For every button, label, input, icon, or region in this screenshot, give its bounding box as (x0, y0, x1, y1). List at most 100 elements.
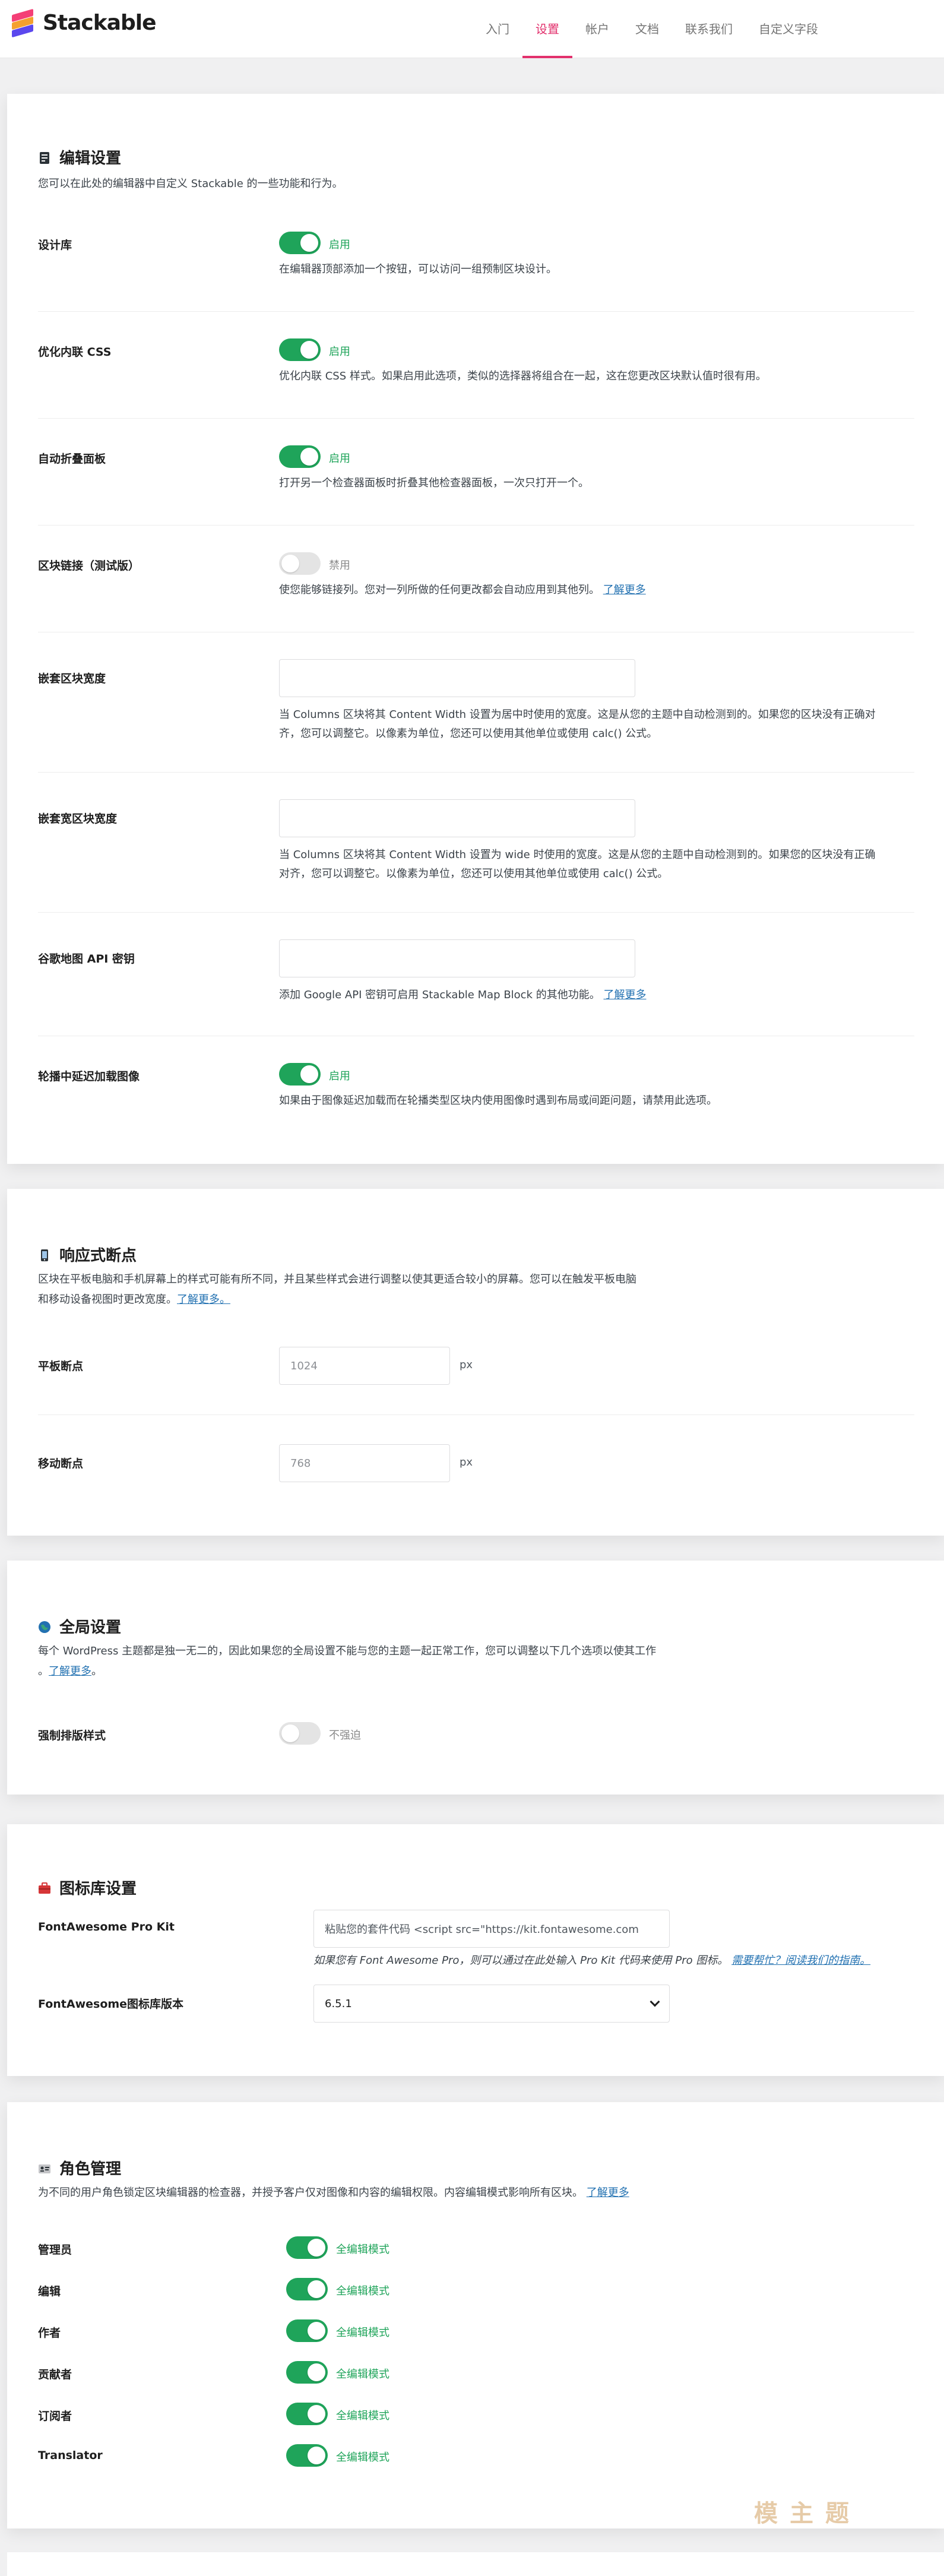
fontawesome-guide-link[interactable]: 需要帮忙？阅读我们的指南。 (731, 1954, 870, 1967)
responsive-description: 区块在平板电脑和手机屏幕上的样式可能有所不同，并且某些样式会进行调整以使其更适合… (38, 1273, 636, 1306)
design-library-state: 启用 (329, 239, 350, 251)
responsive-title-text: 响应式断点 (59, 1247, 137, 1265)
role-contributor-state: 全编辑模式 (336, 2368, 389, 2381)
role-manager-description: 为不同的用户角色锁定区块编辑器的检查器，并授予客户仅对图像和内容的编辑权限。内容… (38, 2186, 629, 2199)
role-editor-toggle[interactable] (286, 2278, 328, 2300)
fontawesome-kit-label: FontAwesome Pro Kit (38, 1920, 175, 1933)
responsive-title: 响应式断点 (38, 1243, 137, 1265)
role-translator-toggle[interactable] (286, 2444, 328, 2467)
briefcase-icon (38, 1881, 51, 1894)
role-translator-label: Translator (38, 2449, 103, 2462)
role-author-state: 全编辑模式 (336, 2327, 389, 2339)
divider (38, 311, 914, 312)
tab-docs[interactable]: 文档 (622, 0, 672, 58)
role-admin-state: 全编辑模式 (336, 2243, 389, 2256)
divider (38, 772, 914, 773)
role-editor-label: 编辑 (38, 2285, 61, 2298)
editor-settings-icon (38, 151, 51, 164)
google-maps-api-key-label: 谷歌地图 API 密钥 (38, 952, 135, 966)
role-editor-state: 全编辑模式 (336, 2285, 389, 2297)
role-manager-title-text: 角色管理 (59, 2160, 122, 2178)
design-library-toggle[interactable] (279, 232, 321, 254)
responsive-breakpoints-card: 响应式断点 区块在平板电脑和手机屏幕上的样式可能有所不同，并且某些样式会进行调整… (7, 1189, 944, 1536)
tab-contact-us[interactable]: 联系我们 (672, 0, 746, 58)
divider (38, 418, 914, 419)
global-learn-more-link[interactable]: 了解更多 (49, 1665, 91, 1678)
editor-settings-title-text: 编辑设置 (59, 150, 122, 167)
global-settings-title-text: 全局设置 (59, 1619, 122, 1637)
divider (38, 912, 914, 913)
nested-block-width-description: 当 Columns 区块将其 Content Width 设置为居中时使用的宽度… (279, 708, 876, 740)
tab-settings[interactable]: 设置 (522, 0, 572, 58)
role-manager-card: 角色管理 为不同的用户角色锁定区块编辑器的检查器，并授予客户仅对图像和内容的编辑… (7, 2102, 944, 2528)
role-subscriber-label: 订阅者 (38, 2410, 72, 2423)
nested-block-width-input[interactable] (279, 659, 635, 697)
editor-settings-card: 编辑设置 您可以在此处的编辑器中自定义 Stackable 的一些功能和行为。 … (7, 94, 944, 1164)
design-library-description: 在编辑器顶部添加一个按钮，可以访问一组预制区块设计。 (279, 263, 557, 276)
responsive-learn-more-link[interactable]: 了解更多。 (177, 1293, 230, 1306)
nested-wide-block-width-input[interactable] (279, 799, 635, 837)
role-author-label: 作者 (38, 2327, 61, 2340)
divider (38, 1414, 914, 1415)
nested-wide-block-width-label: 嵌套宽区块宽度 (38, 812, 118, 825)
tab-custom-fields[interactable]: 自定义字段 (746, 0, 831, 58)
icon-library-title-text: 图标库设置 (59, 1880, 137, 1898)
fontawesome-kit-help: 如果您有 Font Awesome Pro，则可以通过在此处输入 Pro Kit… (313, 1954, 871, 1967)
role-translator-state: 全编辑模式 (336, 2451, 389, 2464)
main-nav: 入门 设置 帐户 文档 联系我们 自定义字段 (473, 0, 831, 58)
role-subscriber-toggle[interactable] (286, 2403, 328, 2425)
optimize-css-description: 优化内联 CSS 样式。如果启用此选项，类似的选择器将组合在一起，这在您更改区块… (279, 370, 766, 382)
auto-collapse-description: 打开另一个检查器面板时折叠其他检查器面板，一次只打开一个。 (279, 477, 589, 489)
force-typography-toggle[interactable] (279, 1722, 321, 1745)
optimize-css-state: 启用 (329, 346, 350, 358)
auto-collapse-label: 自动折叠面板 (38, 452, 106, 466)
optimize-css-label: 优化内联 CSS (38, 346, 112, 359)
global-settings-title: 全局设置 (38, 1615, 121, 1637)
tablet-breakpoint-label: 平板断点 (38, 1360, 84, 1373)
role-contributor-toggle[interactable] (286, 2361, 328, 2384)
role-admin-label: 管理员 (38, 2243, 72, 2257)
role-contributor-label: 贡献者 (38, 2368, 72, 2381)
tablet-breakpoint-unit: px (460, 1359, 473, 1371)
role-manager-learn-more-link[interactable]: 了解更多 (587, 2186, 629, 2199)
fontawesome-version-select[interactable]: 6.5.1 (313, 1985, 670, 2023)
carousel-lazy-load-label: 轮播中延迟加载图像 (38, 1070, 140, 1083)
stackable-logo-icon (9, 8, 36, 38)
tab-account[interactable]: 帐户 (572, 0, 622, 58)
tab-getting-started[interactable]: 入门 (473, 0, 522, 58)
force-typography-label: 强制排版样式 (38, 1729, 106, 1742)
global-settings-description: 每个 WordPress 主题都是独一无二的，因此如果您的全局设置不能与您的主题… (38, 1645, 657, 1678)
top-header: Stackable 入门 设置 帐户 文档 联系我们 自定义字段 (0, 0, 944, 58)
icon-library-title: 图标库设置 (38, 1876, 137, 1898)
google-maps-api-key-input[interactable] (279, 939, 635, 977)
global-settings-card: 全局设置 每个 WordPress 主题都是独一无二的，因此如果您的全局设置不能… (7, 1561, 944, 1795)
divider (38, 525, 914, 526)
role-manager-title: 角色管理 (38, 2157, 121, 2179)
tablet-breakpoint-input[interactable]: 1024 (279, 1347, 450, 1385)
block-linking-state: 禁用 (329, 559, 350, 572)
google-maps-learn-more-link[interactable]: 了解更多 (603, 989, 646, 1001)
editor-settings-title: 编辑设置 (38, 146, 121, 168)
block-linking-toggle[interactable] (279, 552, 321, 575)
nested-block-width-label: 嵌套区块宽度 (38, 672, 106, 685)
force-typography-state: 不强迫 (329, 1729, 361, 1742)
id-card-icon (38, 2162, 51, 2175)
stackable-logo[interactable]: Stackable (9, 8, 157, 38)
role-author-toggle[interactable] (286, 2319, 328, 2342)
optimize-css-toggle[interactable] (279, 338, 321, 361)
block-linking-learn-more-link[interactable]: 了解更多 (603, 584, 646, 596)
fontawesome-version-value: 6.5.1 (325, 1997, 352, 2010)
chevron-down-icon (650, 1996, 660, 2007)
fontawesome-version-label: FontAwesome图标库版本 (38, 1998, 184, 2011)
auto-collapse-toggle[interactable] (279, 445, 321, 468)
logo-text: Stackable (43, 10, 157, 35)
carousel-lazy-load-toggle[interactable] (279, 1063, 321, 1086)
fontawesome-kit-input[interactable]: 粘贴您的套件代码 <script src="https://kit.fontaw… (313, 1910, 670, 1948)
role-admin-toggle[interactable] (286, 2236, 328, 2259)
watermark-logo: 模主题 (754, 2500, 861, 2527)
role-subscriber-state: 全编辑模式 (336, 2410, 389, 2422)
mobile-device-icon (38, 1248, 51, 1261)
block-linking-label: 区块链接（测试版） (38, 559, 140, 572)
editor-settings-description: 您可以在此处的编辑器中自定义 Stackable 的一些功能和行为。 (38, 178, 343, 190)
mobile-breakpoint-input[interactable]: 768 (279, 1444, 450, 1482)
